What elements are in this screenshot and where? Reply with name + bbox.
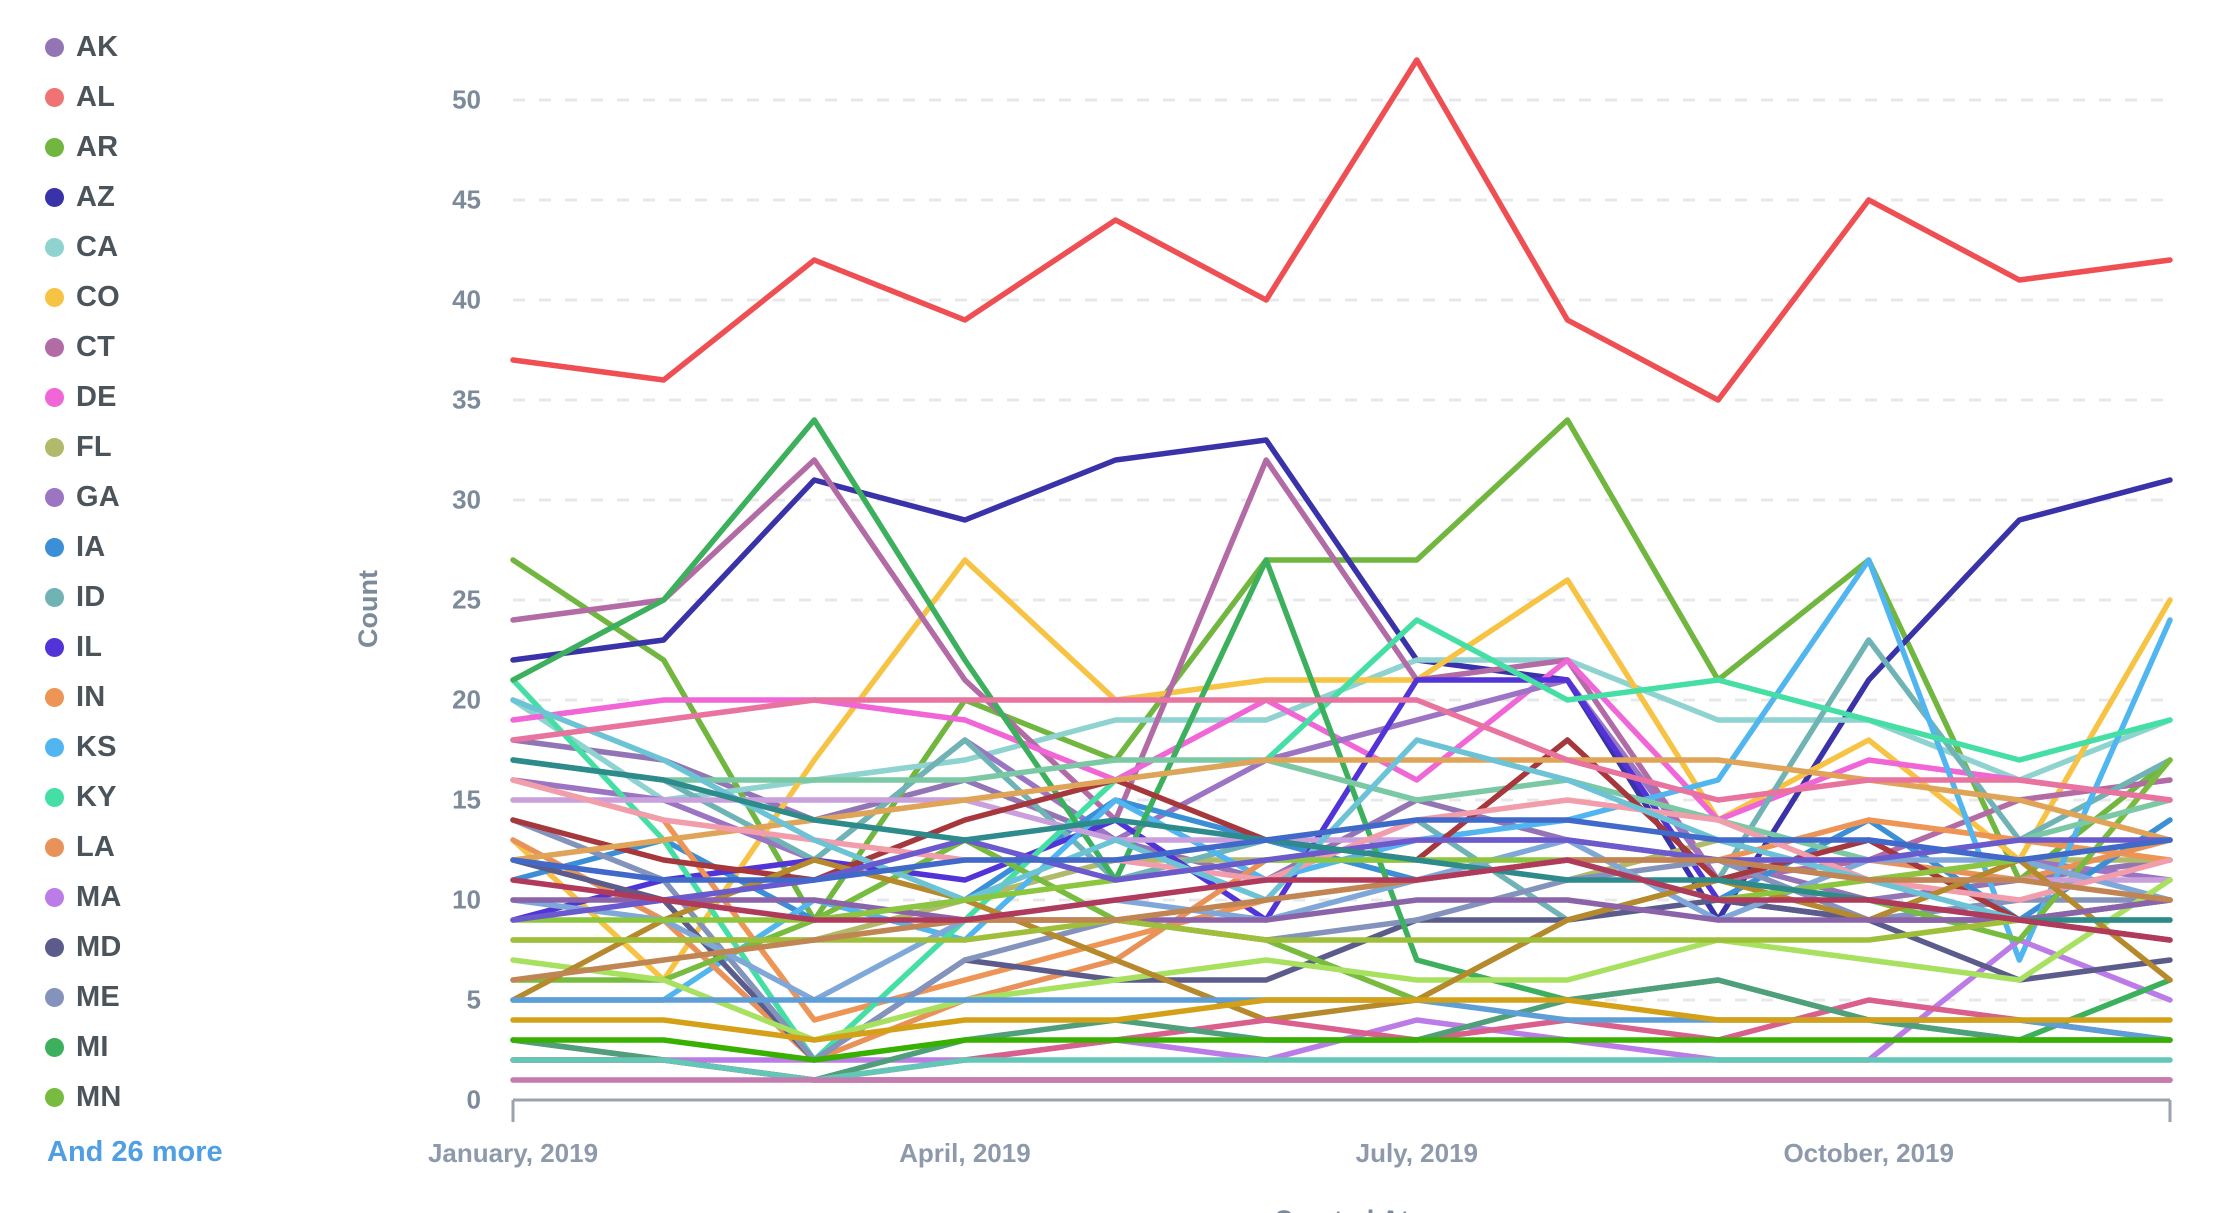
line-chart-visualization: AK AL AR AZ CA CO CT DE FL GA IA ID IL IN KS KY LA MA MD ME… bbox=[0, 0, 2222, 1213]
x-tick-label: October, 2019 bbox=[1783, 1138, 1954, 1168]
legend-color-swatch-icon bbox=[45, 937, 64, 957]
legend-item-label: ID bbox=[76, 580, 106, 613]
legend-color-swatch-icon bbox=[45, 987, 64, 1007]
legend-item-ak[interactable]: AK bbox=[45, 22, 300, 72]
legend-item-label: AZ bbox=[76, 180, 116, 213]
x-tick-label: April, 2019 bbox=[899, 1138, 1031, 1168]
legend-item-label: CT bbox=[76, 330, 116, 363]
legend-item-al[interactable]: AL bbox=[45, 72, 300, 122]
y-axis-title: Count bbox=[353, 570, 383, 648]
series-line-s36[interactable] bbox=[510, 1057, 2173, 1083]
legend-color-swatch-icon bbox=[45, 37, 64, 57]
legend-item-co[interactable]: CO bbox=[45, 272, 300, 322]
y-tick-label: 15 bbox=[452, 784, 481, 815]
legend-item-il[interactable]: IL bbox=[45, 622, 300, 672]
legend-color-swatch-icon bbox=[45, 487, 64, 507]
legend-items-list: AK AL AR AZ CA CO CT DE FL GA IA ID IL IN KS KY LA MA MD ME… bbox=[45, 22, 300, 1122]
legend-item-label: LA bbox=[76, 830, 116, 863]
series-line-s35[interactable] bbox=[510, 1057, 2173, 1083]
legend-color-swatch-icon bbox=[45, 587, 64, 607]
y-tick-label: 50 bbox=[452, 84, 481, 115]
legend-item-label: FL bbox=[76, 430, 112, 463]
legend-item-label: KS bbox=[76, 730, 117, 763]
legend-item-label: AK bbox=[76, 30, 119, 63]
legend-item-az[interactable]: AZ bbox=[45, 172, 300, 222]
y-tick-label: 10 bbox=[452, 884, 481, 915]
legend-color-swatch-icon bbox=[45, 337, 64, 357]
legend-item-label: KY bbox=[76, 780, 117, 813]
legend-color-swatch-icon bbox=[45, 387, 64, 407]
legend-color-swatch-icon bbox=[45, 837, 64, 857]
legend-color-swatch-icon bbox=[45, 687, 64, 707]
x-tick-label: July, 2019 bbox=[1355, 1138, 1479, 1168]
legend-item-ky[interactable]: KY bbox=[45, 772, 300, 822]
legend-item-de[interactable]: DE bbox=[45, 372, 300, 422]
legend-item-label: CO bbox=[76, 280, 120, 313]
legend-item-id[interactable]: ID bbox=[45, 572, 300, 622]
chart-svg-canvas bbox=[510, 57, 2173, 1122]
legend-item-ct[interactable]: CT bbox=[45, 322, 300, 372]
legend-color-swatch-icon bbox=[45, 537, 64, 557]
series-line-s43[interactable] bbox=[510, 1037, 2173, 1063]
x-axis-title: Created At bbox=[1274, 1205, 1410, 1213]
legend-item-label: MI bbox=[76, 1030, 109, 1063]
y-tick-label: 0 bbox=[466, 1084, 481, 1115]
legend-color-swatch-icon bbox=[45, 637, 64, 657]
legend-item-label: DE bbox=[76, 380, 117, 413]
legend-item-label: IA bbox=[76, 530, 106, 563]
legend-item-label: MA bbox=[76, 880, 122, 913]
chart-plot-area[interactable]: 0 5 10 15 20 25 30 35 40 45 50 January, 2019 April,… bbox=[300, 0, 2222, 1213]
legend-color-swatch-icon bbox=[45, 737, 64, 757]
legend-color-swatch-icon bbox=[45, 787, 64, 807]
y-tick-label: 40 bbox=[452, 284, 481, 315]
legend-color-swatch-icon bbox=[45, 437, 64, 457]
legend-item-label: CA bbox=[76, 230, 119, 263]
y-tick-label: 30 bbox=[452, 484, 481, 515]
legend-color-swatch-icon bbox=[45, 187, 64, 207]
legend-color-swatch-icon bbox=[45, 1037, 64, 1057]
legend-show-more-link[interactable]: And 26 more bbox=[47, 1136, 300, 1169]
y-tick-label: 45 bbox=[452, 184, 481, 215]
legend-item-ar[interactable]: AR bbox=[45, 122, 300, 172]
legend-item-ga[interactable]: GA bbox=[45, 472, 300, 522]
legend-color-swatch-icon bbox=[45, 87, 64, 107]
legend-item-ma[interactable]: MA bbox=[45, 872, 300, 922]
legend-item-label: ME bbox=[76, 980, 120, 1013]
chart-legend: AK AL AR AZ CA CO CT DE FL GA IA ID IL IN KS KY LA MA MD ME… bbox=[0, 0, 300, 1213]
legend-item-fl[interactable]: FL bbox=[45, 422, 300, 472]
legend-item-ca[interactable]: CA bbox=[45, 222, 300, 272]
legend-item-label: GA bbox=[76, 480, 120, 513]
legend-item-me[interactable]: ME bbox=[45, 972, 300, 1022]
series-line-al[interactable] bbox=[510, 57, 2173, 403]
y-tick-label: 25 bbox=[452, 584, 481, 615]
legend-item-label: AR bbox=[76, 130, 119, 163]
legend-item-label: AL bbox=[76, 80, 116, 113]
legend-item-md[interactable]: MD bbox=[45, 922, 300, 972]
legend-item-ks[interactable]: KS bbox=[45, 722, 300, 772]
legend-item-label: IL bbox=[76, 630, 103, 663]
y-tick-label: 5 bbox=[466, 984, 481, 1015]
legend-color-swatch-icon bbox=[45, 237, 64, 257]
legend-item-ia[interactable]: IA bbox=[45, 522, 300, 572]
series-line-s34[interactable] bbox=[510, 897, 2173, 923]
legend-color-swatch-icon bbox=[45, 137, 64, 157]
legend-item-label: MD bbox=[76, 930, 122, 963]
legend-item-mn[interactable]: MN bbox=[45, 1072, 300, 1122]
legend-item-la[interactable]: LA bbox=[45, 822, 300, 872]
y-tick-label: 20 bbox=[452, 684, 481, 715]
legend-color-swatch-icon bbox=[45, 1087, 64, 1107]
legend-item-label: MN bbox=[76, 1080, 122, 1113]
legend-item-mi[interactable]: MI bbox=[45, 1022, 300, 1072]
legend-color-swatch-icon bbox=[45, 887, 64, 907]
legend-color-swatch-icon bbox=[45, 287, 64, 307]
y-tick-label: 35 bbox=[452, 384, 481, 415]
legend-item-in[interactable]: IN bbox=[45, 672, 300, 722]
legend-item-label: IN bbox=[76, 680, 106, 713]
x-tick-label: January, 2019 bbox=[427, 1138, 599, 1168]
